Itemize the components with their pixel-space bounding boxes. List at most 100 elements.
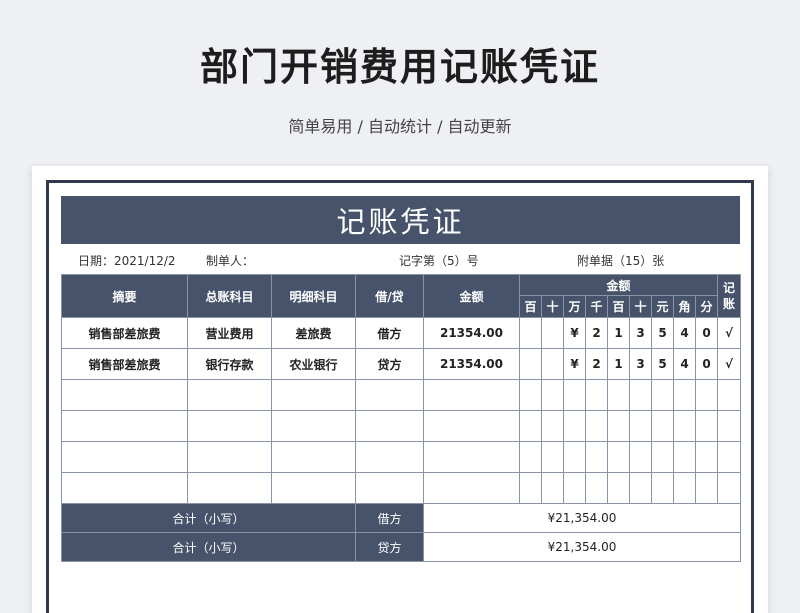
header-bookkeeping-char-2: 账 bbox=[722, 297, 735, 311]
cell-empty[interactable] bbox=[271, 410, 356, 442]
voucher-sheet: 记账凭证 日期：2021/12/2 制单人： 记字第（5）号 附单据（15）张 … bbox=[32, 166, 768, 613]
cell-amount[interactable]: 21354.00 bbox=[423, 317, 520, 349]
cell-empty[interactable] bbox=[717, 441, 741, 473]
cell-digit: 5 bbox=[651, 317, 674, 349]
cell-debit-credit[interactable]: 借方 bbox=[355, 317, 424, 349]
cell-check[interactable]: √ bbox=[717, 348, 741, 380]
cell-detail-account[interactable]: 差旅费 bbox=[271, 317, 356, 349]
cell-empty[interactable] bbox=[541, 410, 564, 442]
cell-empty[interactable] bbox=[717, 410, 741, 442]
cell-digit: 0 bbox=[695, 348, 718, 380]
cell-digit: 5 bbox=[651, 348, 674, 380]
voucher-number: 记字第（5）号 bbox=[399, 254, 479, 268]
cell-digit: 1 bbox=[607, 348, 630, 380]
cell-empty[interactable] bbox=[695, 379, 718, 411]
cell-empty[interactable] bbox=[651, 472, 674, 504]
cell-empty[interactable] bbox=[355, 472, 424, 504]
cell-empty[interactable] bbox=[651, 379, 674, 411]
cell-empty[interactable] bbox=[271, 441, 356, 473]
cell-general-account[interactable]: 银行存款 bbox=[187, 348, 272, 380]
cell-empty[interactable] bbox=[187, 410, 272, 442]
cell-digit bbox=[541, 317, 564, 349]
cell-empty[interactable] bbox=[585, 441, 608, 473]
cell-empty[interactable] bbox=[607, 379, 630, 411]
total-side: 借方 bbox=[355, 503, 424, 533]
page-subtitle: 简单易用 / 自动统计 / 自动更新 bbox=[288, 117, 512, 136]
cell-empty[interactable] bbox=[271, 379, 356, 411]
cell-empty[interactable] bbox=[563, 379, 586, 411]
cell-detail-account[interactable]: 农业银行 bbox=[271, 348, 356, 380]
cell-empty[interactable] bbox=[717, 379, 741, 411]
cell-amount[interactable]: 21354.00 bbox=[423, 348, 520, 380]
cell-empty[interactable] bbox=[607, 472, 630, 504]
cell-general-account[interactable]: 营业费用 bbox=[187, 317, 272, 349]
header-bookkeeping: 记 账 bbox=[717, 274, 741, 318]
cell-empty[interactable] bbox=[423, 379, 520, 411]
cell-digit: 3 bbox=[629, 317, 652, 349]
cell-empty[interactable] bbox=[563, 410, 586, 442]
cell-empty[interactable] bbox=[673, 410, 696, 442]
cell-empty[interactable] bbox=[355, 379, 424, 411]
cell-empty[interactable] bbox=[423, 410, 520, 442]
cell-summary[interactable]: 销售部差旅费 bbox=[61, 348, 188, 380]
cell-empty[interactable] bbox=[673, 379, 696, 411]
cell-summary[interactable]: 销售部差旅费 bbox=[61, 317, 188, 349]
cell-empty[interactable] bbox=[563, 472, 586, 504]
cell-empty[interactable] bbox=[423, 441, 520, 473]
table-row-empty bbox=[61, 441, 741, 473]
cell-empty[interactable] bbox=[187, 472, 272, 504]
cell-digit: 4 bbox=[673, 348, 696, 380]
cell-empty[interactable] bbox=[585, 472, 608, 504]
cell-empty[interactable] bbox=[629, 379, 652, 411]
cell-empty[interactable] bbox=[695, 472, 718, 504]
cell-empty[interactable] bbox=[629, 472, 652, 504]
table-row-empty bbox=[61, 410, 741, 442]
cell-empty[interactable] bbox=[695, 410, 718, 442]
cell-empty[interactable] bbox=[187, 379, 272, 411]
cell-empty[interactable] bbox=[651, 410, 674, 442]
cell-digit: 3 bbox=[629, 348, 652, 380]
cell-empty[interactable] bbox=[541, 472, 564, 504]
cell-empty[interactable] bbox=[355, 410, 424, 442]
cell-empty[interactable] bbox=[61, 410, 188, 442]
cell-empty[interactable] bbox=[519, 379, 542, 411]
cell-empty[interactable] bbox=[651, 441, 674, 473]
cell-empty[interactable] bbox=[519, 441, 542, 473]
voucher-maker: 制单人： bbox=[206, 254, 255, 268]
header-amount: 金额 bbox=[423, 274, 520, 318]
cell-empty[interactable] bbox=[541, 441, 564, 473]
cell-digit: ¥ bbox=[563, 317, 586, 349]
cell-empty[interactable] bbox=[61, 472, 188, 504]
cell-empty[interactable] bbox=[607, 410, 630, 442]
cell-empty[interactable] bbox=[423, 472, 520, 504]
cell-debit-credit[interactable]: 贷方 bbox=[355, 348, 424, 380]
cell-empty[interactable] bbox=[519, 472, 542, 504]
cell-digit: 2 bbox=[585, 348, 608, 380]
cell-empty[interactable] bbox=[607, 441, 630, 473]
header-amount-group: 金额 bbox=[519, 274, 718, 296]
header-digit: 元 bbox=[651, 295, 674, 318]
cell-empty[interactable] bbox=[271, 472, 356, 504]
cell-empty[interactable] bbox=[585, 410, 608, 442]
header-detail-account: 明细科目 bbox=[271, 274, 356, 318]
cell-empty[interactable] bbox=[717, 472, 741, 504]
cell-empty[interactable] bbox=[629, 441, 652, 473]
cell-empty[interactable] bbox=[187, 441, 272, 473]
cell-digit: 1 bbox=[607, 317, 630, 349]
cell-empty[interactable] bbox=[519, 410, 542, 442]
cell-digit: 2 bbox=[585, 317, 608, 349]
cell-empty[interactable] bbox=[61, 379, 188, 411]
cell-check[interactable]: √ bbox=[717, 317, 741, 349]
cell-empty[interactable] bbox=[563, 441, 586, 473]
header-digit: 十 bbox=[629, 295, 652, 318]
cell-digit bbox=[519, 348, 542, 380]
cell-empty[interactable] bbox=[629, 410, 652, 442]
cell-empty[interactable] bbox=[61, 441, 188, 473]
cell-empty[interactable] bbox=[673, 441, 696, 473]
total-value: ¥21,354.00 bbox=[423, 503, 741, 533]
cell-empty[interactable] bbox=[355, 441, 424, 473]
cell-empty[interactable] bbox=[541, 379, 564, 411]
cell-empty[interactable] bbox=[673, 472, 696, 504]
cell-empty[interactable] bbox=[695, 441, 718, 473]
cell-empty[interactable] bbox=[585, 379, 608, 411]
